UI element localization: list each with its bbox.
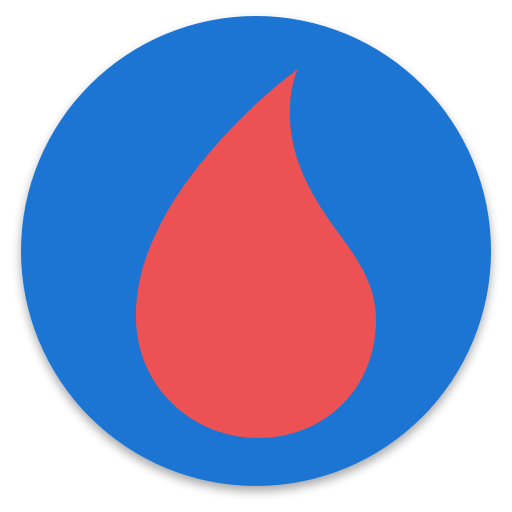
app-icon	[21, 16, 491, 486]
app-icon-canvas	[0, 0, 512, 512]
